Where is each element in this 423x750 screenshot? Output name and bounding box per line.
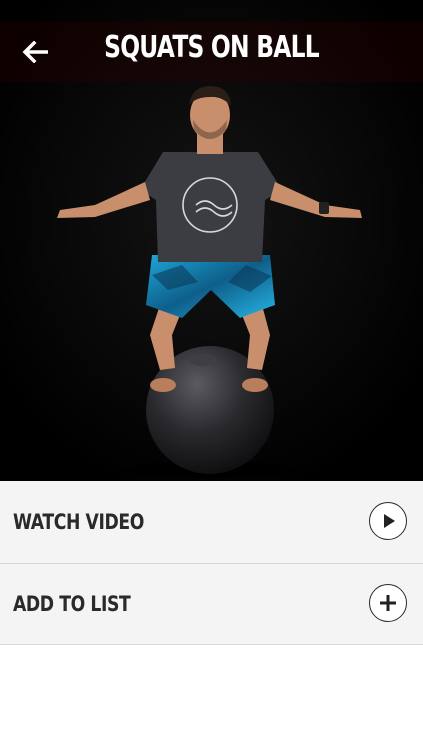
page-title: SQUATS ON BALL (104, 30, 320, 65)
add-to-list-row[interactable]: ADD TO LIST (0, 564, 423, 645)
watch-video-label: WATCH VIDEO (13, 510, 144, 534)
exercise-detail-screen: SQUATS ON BALL WATCH VIDEO ADD TO LIST (0, 0, 423, 750)
add-to-list-label: ADD TO LIST (13, 592, 131, 616)
action-list: WATCH VIDEO ADD TO LIST (0, 481, 423, 645)
play-icon[interactable] (369, 502, 407, 540)
plus-icon[interactable] (369, 584, 407, 622)
watch-video-row[interactable]: WATCH VIDEO (0, 481, 423, 564)
